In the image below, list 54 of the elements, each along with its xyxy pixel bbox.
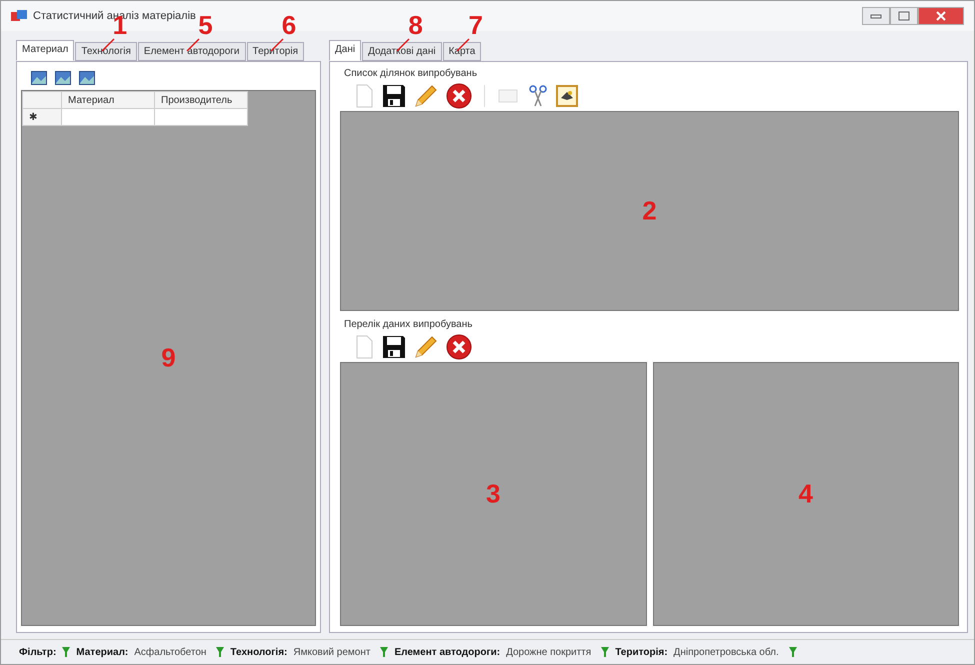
app-icon	[11, 9, 27, 23]
pencil-icon[interactable]	[414, 84, 438, 108]
maximize-icon	[898, 11, 910, 21]
column-header[interactable]: Материал	[62, 92, 154, 108]
tab[interactable]: Елемент автодороги	[138, 42, 246, 61]
funnel-icon[interactable]	[380, 646, 388, 658]
tab[interactable]: Дані	[329, 40, 362, 61]
status-label: Елемент автодороги:	[394, 646, 500, 658]
status-value: Дорожне покриття	[506, 646, 592, 658]
callout-number: 9	[161, 342, 176, 374]
image-icon[interactable]	[55, 71, 71, 85]
new-row-marker: ✱	[29, 112, 37, 123]
scissors-icon[interactable]	[529, 84, 547, 108]
section-label: Перелік даних випробувань	[343, 318, 474, 332]
tab[interactable]: Додаткові дані	[362, 42, 442, 61]
status-label: Технологія:	[230, 646, 288, 658]
paste-icon[interactable]	[555, 84, 579, 108]
image-icon[interactable]	[79, 71, 95, 85]
callout-number: 3	[486, 478, 500, 510]
minimize-icon	[870, 13, 882, 19]
tab[interactable]: Материал	[16, 40, 74, 61]
funnel-icon[interactable]	[788, 646, 797, 658]
save-icon[interactable]	[382, 84, 406, 108]
funnel-icon[interactable]	[216, 646, 224, 658]
funnel-icon[interactable]	[601, 646, 610, 658]
callout-number: 4	[798, 478, 813, 510]
callout-number: 8	[408, 12, 423, 38]
callout-number: 5	[198, 12, 213, 38]
tab[interactable]: Карта	[442, 42, 482, 61]
maximize-button[interactable]	[890, 7, 918, 25]
column-header[interactable]: Производитель	[154, 92, 248, 108]
status-label: Фільтр:	[19, 646, 56, 658]
section-label: Список ділянок випробувань	[343, 67, 478, 81]
tab[interactable]: Територія	[246, 42, 304, 61]
close-button[interactable]	[918, 7, 964, 25]
image-icon[interactable]	[31, 71, 47, 85]
callout-number: 2	[642, 196, 657, 226]
pencil-icon[interactable]	[414, 335, 438, 359]
status-label: Материал:	[76, 646, 128, 658]
table-cell[interactable]	[154, 108, 248, 126]
delete-icon[interactable]	[446, 334, 472, 360]
status-label: Територія:	[615, 646, 668, 658]
status-value: Дніпропетровська обл.	[674, 646, 779, 658]
callout-number: 6	[282, 12, 296, 38]
table-cell[interactable]	[62, 108, 154, 126]
delete-icon[interactable]	[446, 83, 472, 109]
minimize-button[interactable]	[862, 7, 890, 25]
status-value: Асфальтобетон	[134, 646, 206, 658]
callout-number: 7	[468, 12, 483, 38]
close-icon	[936, 11, 946, 21]
funnel-icon[interactable]	[62, 646, 70, 658]
status-value: Ямковий ремонт	[293, 646, 370, 658]
save-icon[interactable]	[382, 335, 406, 359]
tab[interactable]: Технологія	[75, 42, 137, 61]
